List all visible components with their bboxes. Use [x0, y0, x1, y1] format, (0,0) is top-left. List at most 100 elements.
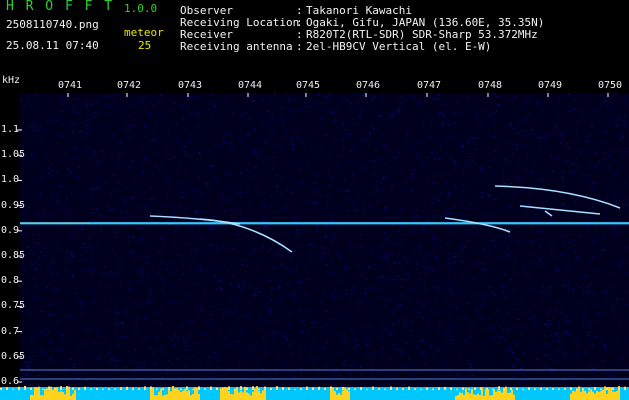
- noise-dot: [110, 298, 113, 300]
- noise-dot: [611, 285, 614, 287]
- noise-dot: [471, 137, 474, 139]
- noise-dot: [578, 259, 581, 261]
- noise-dot: [232, 148, 235, 150]
- noise-dot: [371, 287, 374, 289]
- noise-dot: [328, 158, 330, 160]
- noise-dot: [400, 286, 403, 288]
- noise-dot: [143, 96, 146, 98]
- noise-dot: [67, 209, 70, 211]
- noise-dot: [482, 119, 485, 121]
- noise-dot: [68, 340, 71, 342]
- noise-dot: [604, 153, 606, 155]
- noise-dot: [51, 262, 54, 264]
- noise-dot: [419, 95, 422, 97]
- noise-dot: [427, 193, 430, 195]
- noise-dot: [504, 162, 507, 164]
- noise-dot: [213, 228, 216, 229]
- noise-dot: [123, 301, 126, 303]
- noise-dot: [80, 122, 83, 124]
- noise-dot: [432, 238, 435, 239]
- noise-dot: [92, 212, 95, 214]
- noise-dot: [436, 182, 439, 184]
- noise-dot: [355, 275, 358, 277]
- noise-dot: [362, 224, 365, 226]
- noise-dot: [449, 226, 452, 228]
- noise-dot: [253, 236, 256, 238]
- noise-dot: [200, 133, 203, 135]
- noise-dot: [435, 98, 437, 100]
- activity-bar: [156, 388, 158, 390]
- noise-dot: [127, 129, 130, 131]
- noise-dot: [478, 353, 481, 355]
- noise-dot: [373, 238, 376, 240]
- noise-dot: [552, 317, 555, 318]
- noise-dot: [499, 231, 502, 232]
- noise-dot: [29, 361, 31, 363]
- noise-dot: [534, 240, 537, 242]
- noise-dot: [94, 266, 97, 268]
- noise-dot: [334, 273, 336, 275]
- noise-dot: [153, 298, 156, 300]
- noise-dot: [341, 140, 344, 142]
- noise-dot: [508, 251, 511, 252]
- activity-bar: [138, 388, 140, 390]
- noise-dot: [82, 243, 85, 245]
- noise-dot: [117, 260, 120, 262]
- noise-dot: [50, 360, 53, 362]
- noise-dot: [360, 110, 363, 112]
- noise-dot: [364, 283, 367, 285]
- noise-dot: [441, 103, 444, 105]
- noise-dot: [51, 313, 54, 315]
- noise-dot: [319, 247, 322, 249]
- noise-dot: [272, 232, 275, 234]
- noise-dot: [96, 331, 99, 333]
- noise-dot: [353, 93, 356, 95]
- noise-dot: [548, 245, 551, 247]
- noise-dot: [77, 377, 80, 379]
- noise-dot: [479, 236, 482, 238]
- noise-dot: [373, 264, 376, 266]
- noise-dot: [543, 138, 546, 139]
- noise-dot: [192, 263, 195, 265]
- noise-dot: [285, 93, 288, 94]
- noise-dot: [435, 252, 438, 254]
- noise-dot: [287, 324, 290, 325]
- noise-dot: [346, 159, 349, 161]
- activity-bar: [495, 392, 497, 400]
- noise-dot: [162, 242, 165, 244]
- noise-dot: [519, 201, 522, 202]
- activity-bar: [226, 387, 228, 400]
- noise-dot: [124, 129, 127, 130]
- noise-dot: [276, 253, 279, 255]
- activity-bar: [340, 394, 342, 400]
- noise-dot: [385, 257, 388, 259]
- noise-dot: [309, 256, 312, 258]
- noise-dot: [177, 337, 180, 339]
- noise-dot: [541, 111, 544, 113]
- noise-dot: [24, 214, 27, 216]
- noise-dot: [35, 178, 38, 180]
- noise-dot: [349, 134, 352, 135]
- noise-dot: [436, 174, 439, 176]
- noise-dot: [273, 156, 276, 158]
- noise-dot: [248, 119, 251, 121]
- noise-dot: [47, 313, 50, 315]
- activity-bar: [236, 387, 238, 400]
- noise-dot: [556, 157, 559, 159]
- noise-dot: [139, 303, 142, 305]
- noise-dot: [377, 115, 380, 117]
- noise-dot: [107, 343, 110, 345]
- noise-dot: [292, 219, 295, 221]
- noise-dot: [517, 162, 520, 164]
- noise-dot: [369, 356, 372, 357]
- noise-dot: [48, 167, 50, 169]
- noise-dot: [91, 270, 94, 271]
- noise-dot: [586, 312, 589, 314]
- noise-dot: [446, 174, 449, 176]
- noise-dot: [240, 220, 243, 221]
- noise-dot: [57, 350, 59, 352]
- noise-dot: [299, 109, 302, 111]
- noise-dot: [246, 353, 249, 355]
- noise-dot: [259, 291, 262, 292]
- activity-bar: [36, 388, 38, 390]
